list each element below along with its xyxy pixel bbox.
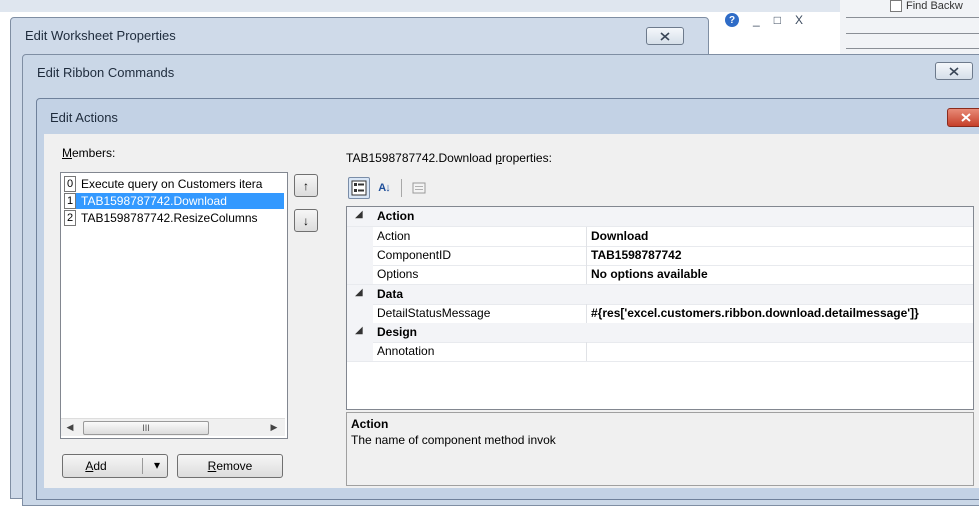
properties-title: TAB1598787742.Download properties: [346,151,552,165]
list-item[interactable]: 0 Execute query on Customers itera [64,176,284,192]
properties-title-mnemonic: p [495,151,502,165]
property-row-options[interactable]: Options No options available [347,265,973,285]
list-item-label: TAB1598787742.Download [81,194,227,208]
property-row-annotation[interactable]: Annotation [347,342,973,362]
category-row-data[interactable]: ◢ Data [347,285,973,305]
window-controls: ? _ □ X [725,12,835,28]
property-name: Annotation [377,344,435,358]
members-list[interactable]: 0 Execute query on Customers itera 1 TAB… [60,172,288,439]
property-name: DetailStatusMessage [377,306,491,320]
property-value[interactable]: #{res['excel.customers.ribbon.download.d… [591,306,973,320]
list-item-index: 1 [64,193,76,209]
add-button[interactable]: Add ▾ [62,454,168,478]
category-label: Design [377,325,418,339]
window-close-icon[interactable]: X [795,13,803,27]
remove-button-label: emove [216,459,253,473]
categorized-button[interactable] [348,177,370,199]
list-item-selected[interactable]: 1 TAB1598787742.Download [64,193,284,209]
collapse-icon[interactable]: ◢ [355,287,363,298]
properties-title-suffix: roperties: [501,151,552,165]
list-item[interactable]: 2 TAB1598787742.ResizeColumns [64,210,284,226]
category-label: Data [377,287,404,301]
list-item-index: 2 [64,210,76,226]
maximize-icon[interactable]: □ [774,13,781,27]
category-row-action[interactable]: ◢ Action [347,207,973,227]
categorized-icon [351,180,367,196]
arrow-down-icon: ↓ [303,213,309,228]
property-row-detailstatusmessage[interactable]: DetailStatusMessage #{res['excel.custome… [347,304,973,324]
dropdown-arrow-icon[interactable]: ▾ [154,458,160,472]
find-backward-label: Find Backw [906,0,963,12]
minimize-icon[interactable]: _ [753,13,760,27]
property-row-componentid[interactable]: ComponentID TAB1598787742 [347,246,973,266]
alphabetical-button[interactable]: A↓ [374,178,394,198]
scroll-right-icon[interactable]: ▶ [267,421,281,434]
actions-dialog-title: Edit Actions [50,110,118,125]
property-pages-icon [412,182,426,194]
background-window-titlebar [0,0,979,12]
category-label: Action [377,209,415,223]
remove-button[interactable]: Remove [177,454,283,478]
members-label-rest: embers: [72,146,116,160]
actions-dialog-close-button[interactable] [947,108,979,127]
property-value[interactable]: Download [591,229,973,243]
property-value[interactable]: TAB1598787742 [591,248,973,262]
property-grid[interactable]: ◢ Action Action Download ComponentID TAB… [346,206,974,410]
alphabetical-icon: A↓ [378,182,390,194]
collapse-icon[interactable]: ◢ [355,325,363,336]
members-horizontal-scrollbar[interactable]: ◀ III ▶ [61,418,285,436]
add-button-label: dd [93,459,107,473]
close-icon [961,113,971,122]
remove-button-mnemonic: R [207,459,217,473]
scroll-thumb[interactable]: III [83,421,209,435]
property-value[interactable]: No options available [591,267,973,281]
property-name: ComponentID [377,248,452,262]
property-row-action[interactable]: Action Download [347,227,973,247]
close-icon [660,31,670,41]
move-up-button[interactable]: ↑ [294,174,318,197]
list-item-index: 0 [64,176,76,192]
close-icon [949,66,959,76]
checkbox-box[interactable] [890,0,902,13]
property-pages-button[interactable] [409,178,429,198]
properties-title-prefix: TAB1598787742.Download [346,151,496,165]
list-item-label: TAB1598787742.ResizeColumns [81,211,258,225]
toolbar-separator [401,179,402,197]
members-label: Members: [62,146,115,160]
description-text: The name of component method invok [351,433,556,447]
list-item-label: Execute query on Customers itera [81,177,263,191]
arrow-up-icon: ↑ [303,178,309,193]
property-name: Action [377,229,411,243]
ribbon-dialog-close-button[interactable] [935,62,973,80]
find-backward-checkbox[interactable]: Find Backw [890,0,963,13]
worksheet-dialog-title: Edit Worksheet Properties [25,28,176,43]
ribbon-dialog-title: Edit Ribbon Commands [37,65,175,80]
collapse-icon[interactable]: ◢ [355,209,363,220]
move-down-button[interactable]: ↓ [294,209,318,232]
help-icon[interactable]: ? [725,13,739,27]
properties-toolbar: A↓ [348,177,429,199]
scroll-left-icon[interactable]: ◀ [63,421,77,434]
category-row-design[interactable]: ◢ Design [347,323,973,343]
property-description-panel: Action The name of component method invo… [346,412,974,486]
property-name: Options [377,267,419,281]
description-title: Action [351,417,389,431]
members-label-mnemonic: M [62,146,72,160]
worksheet-dialog-close-button[interactable] [646,27,684,45]
